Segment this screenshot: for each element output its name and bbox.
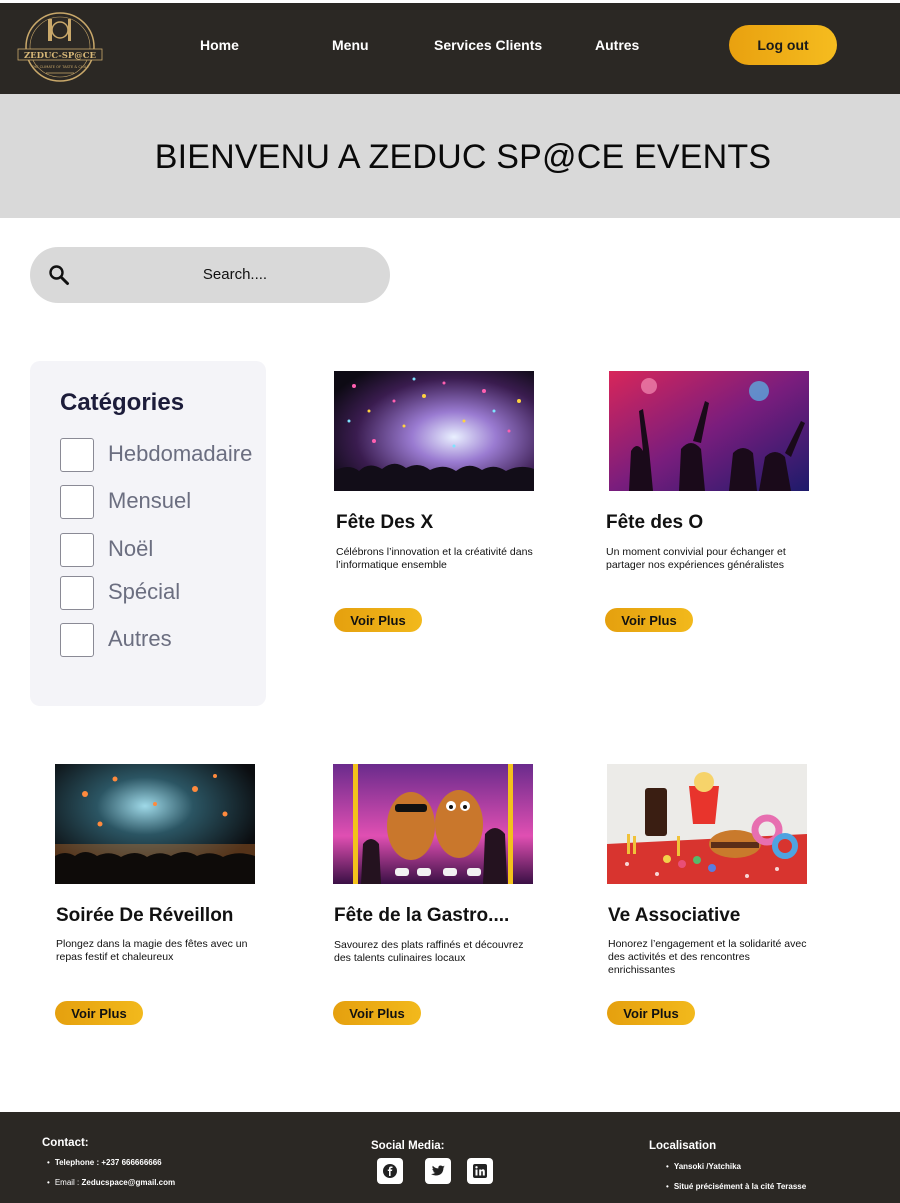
event-description: Célébrons l’innovation et la créativité … [336,546,533,571]
logout-button[interactable]: Log out [729,25,837,65]
zeduc-space-logo[interactable]: ZEDUC-SP@CE THE CLIMATE OF TASTE & CHILL [16,11,104,83]
category-label: Noël [108,536,154,561]
footer-location-item: Situé précisément à la cité Terasse [666,1182,806,1191]
event-card-ve-associative: Ve Associative Honorez l’engagement et l… [607,764,837,1034]
footer-location-item: Yansoki /Yatchika [666,1162,741,1171]
event-card-fete-des-x: Fête Des X Célébrons l’innovation et la … [334,371,564,641]
event-description: Plongez dans la magie des fêtes avec un … [56,938,248,963]
twitter-icon[interactable] [425,1158,451,1184]
event-title: Fête des O [606,512,704,533]
categories-panel: Catégories Hebdomadaire Mensuel Noël Spé… [30,361,266,706]
nav-menu[interactable]: Menu [332,37,369,53]
event-card-fete-de-la-gastro: Fête de la Gastro.... Savourez des plats… [333,764,563,1034]
email-value[interactable]: Zeducspace@gmail.com [81,1178,175,1187]
voir-plus-button[interactable]: Voir Plus [605,608,693,632]
event-title: Fête de la Gastro.... [334,905,510,926]
search-icon[interactable] [48,264,70,286]
page-title: BIENVENU A ZEDUC SP@CE EVENTS [154,138,772,176]
voir-plus-button[interactable]: Voir Plus [333,1001,421,1025]
nav-autres[interactable]: Autres [595,37,639,53]
phone-text: Telephone : +237 666666666 [54,1158,162,1167]
hero-banner: BIENVENU A ZEDUC SP@CE EVENTS [0,94,900,218]
page-footer: Contact: Telephone : +237 666666666 Emai… [0,1112,900,1203]
event-image-fast-food[interactable] [607,764,807,884]
event-title: Fête Des X [336,512,434,533]
svg-text:THE CLIMATE OF TASTE & CHILL: THE CLIMATE OF TASTE & CHILL [30,65,88,69]
event-card-soiree-de-reveillon: Soirée De Réveillon Plongez dans la magi… [55,764,285,1034]
event-image-confetti-party[interactable] [334,371,534,491]
checkbox[interactable] [60,576,94,610]
category-label: Spécial [108,579,181,604]
search-bar[interactable] [30,247,390,303]
nav-services-clients[interactable]: Services Clients [434,37,542,53]
search-input[interactable] [100,259,370,289]
voir-plus-button[interactable]: Voir Plus [55,1001,143,1025]
category-label: Mensuel [108,488,192,513]
category-label: Autres [108,626,172,651]
location-text: Yansoki /Yatchika [673,1162,741,1171]
footer-contact-title: Contact: [42,1137,89,1149]
footer-location-title: Localisation [649,1140,717,1152]
linkedin-icon[interactable] [467,1158,493,1184]
event-image-lanterns-night[interactable] [55,764,255,884]
footer-social-title: Social Media: [371,1140,445,1152]
event-card-fete-des-o: Fête des O Un moment convivial pour écha… [605,371,836,641]
checkbox[interactable] [60,485,94,519]
voir-plus-button[interactable]: Voir Plus [607,1001,695,1025]
category-label: Hebdomadaire [108,441,253,466]
event-description: Honorez l’engagement et la solidarité av… [608,938,807,976]
event-image-concert-crowd[interactable] [609,371,809,491]
event-title: Soirée De Réveillon [56,905,234,926]
event-image-dancing-nuggets[interactable] [333,764,533,884]
svg-text:ZEDUC-SP@CE: ZEDUC-SP@CE [24,51,97,61]
voir-plus-button[interactable]: Voir Plus [334,608,422,632]
checkbox[interactable] [60,438,94,472]
footer-phone: Telephone : +237 666666666 [47,1158,162,1167]
checkbox[interactable] [60,533,94,567]
facebook-icon[interactable] [377,1158,403,1184]
email-label: Email : [54,1178,82,1187]
event-title: Ve Associative [608,905,741,926]
nav-home[interactable]: Home [200,37,239,53]
event-description: Savourez des plats raffinés et découvrez… [334,939,524,964]
top-navbar: ZEDUC-SP@CE THE CLIMATE OF TASTE & CHILL… [0,3,900,94]
event-description: Un moment convivial pour échanger et par… [606,546,786,571]
checkbox[interactable] [60,623,94,657]
categories-title: Catégories [60,389,185,416]
location-text: Situé précisément à la cité Terasse [673,1182,807,1191]
footer-email: Email : Zeducspace@gmail.com [47,1178,175,1187]
